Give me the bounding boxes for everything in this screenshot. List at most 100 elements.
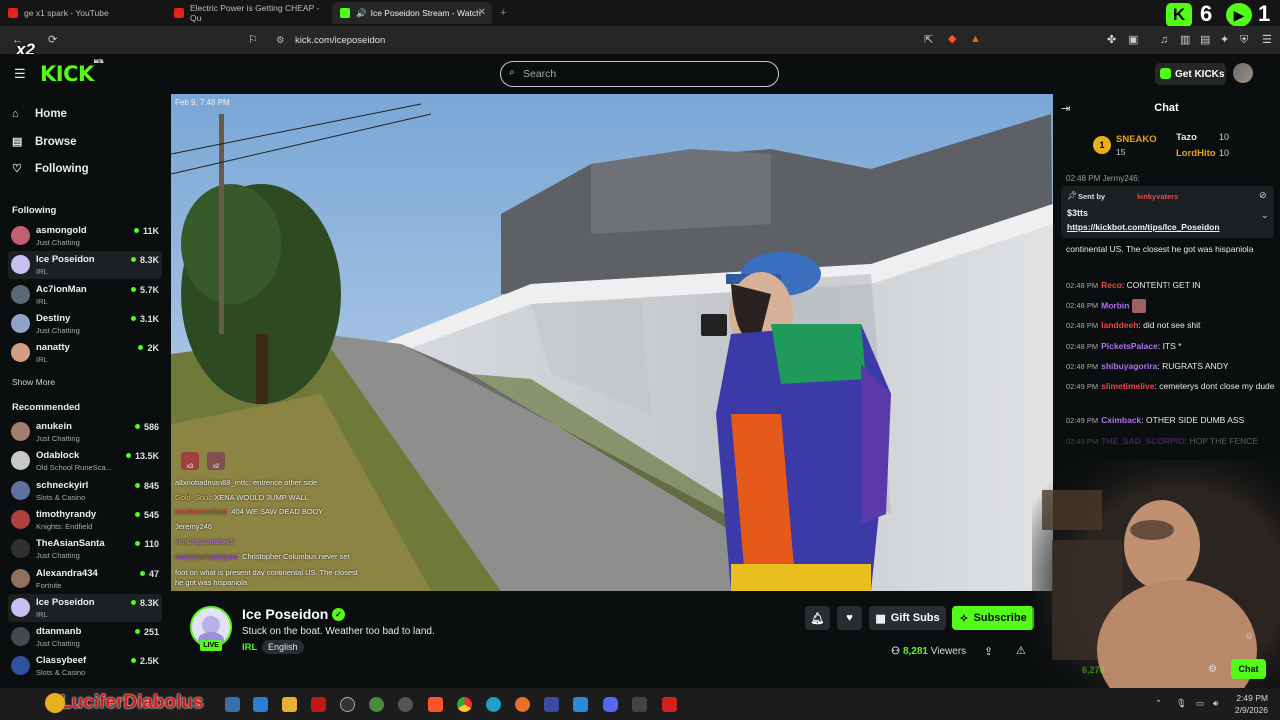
pinned-user[interactable]: kinkyvaters xyxy=(1137,192,1178,201)
get-kicks-button[interactable]: Get KICKs xyxy=(1155,63,1226,85)
channel-item[interactable]: schneckyirl Slots & Casino 845 xyxy=(8,477,162,505)
close-tab-icon[interactable]: ✕ xyxy=(478,7,486,18)
share-icon[interactable]: ⇪ xyxy=(984,645,993,658)
channel-avatar xyxy=(11,343,30,363)
tray-mic-icon[interactable]: 🎙︎ xyxy=(1176,698,1187,709)
user-avatar[interactable] xyxy=(1233,63,1253,83)
tray-chevron-icon[interactable]: ⌃ xyxy=(1155,698,1162,709)
notification-bell-button[interactable]: 🔔︎ xyxy=(805,606,830,630)
channel-item[interactable]: Classybeef Slots & Casino 2.5K xyxy=(8,652,162,680)
expand-pin-icon[interactable]: ⌄ xyxy=(1261,210,1269,221)
report-icon[interactable]: ⚠ xyxy=(1016,644,1026,657)
chat-user[interactable]: Morbin xyxy=(1101,300,1129,310)
channel-item[interactable]: anukein Just Chatting 586 xyxy=(8,418,162,446)
chat-user[interactable]: Cximback xyxy=(1101,415,1141,425)
streamer-name[interactable]: Ice Poseidon xyxy=(242,606,328,622)
channel-item[interactable]: Alexandra434 Fortnite 47 xyxy=(8,565,162,593)
taskbar-edge-icon[interactable] xyxy=(486,697,501,712)
emote-icon[interactable]: ☺ xyxy=(1244,631,1254,642)
channel-item[interactable]: asmongold Just Chatting 11K xyxy=(8,222,162,250)
taskbar-app-16[interactable] xyxy=(662,697,677,712)
nav-following[interactable]: ♡ Following xyxy=(12,162,89,176)
wallet-icon[interactable]: ▤ xyxy=(1200,33,1210,47)
nav-home[interactable]: ⌂ Home xyxy=(12,108,67,120)
subscribe-button[interactable]: ✧ Subscribe xyxy=(952,606,1034,630)
youtube-icon xyxy=(8,8,18,18)
chat-send-button[interactable]: Chat xyxy=(1231,659,1266,679)
taskbar-brave-icon[interactable] xyxy=(428,697,443,712)
browser-tab-youtube-2[interactable]: Electric Power is Getting CHEAP - Qu xyxy=(166,2,331,24)
media-icon[interactable]: ♫ xyxy=(1160,33,1168,47)
channel-item[interactable]: Destiny Just Chatting 3.1K xyxy=(8,310,162,338)
chat-user[interactable]: Reco xyxy=(1101,280,1122,290)
follow-heart-button[interactable]: ♥ xyxy=(837,606,862,630)
extensions-icon[interactable]: ✤ xyxy=(1107,33,1116,47)
show-more-link[interactable]: Show More xyxy=(12,377,55,387)
unpin-icon[interactable]: ⊘ xyxy=(1259,190,1267,201)
star-icon: ✧ xyxy=(959,612,969,625)
taskbar-app-5[interactable] xyxy=(340,697,355,712)
taskbar-app-6[interactable] xyxy=(369,697,384,712)
bookmark-icon[interactable]: ⚐ xyxy=(248,33,258,47)
channel-item[interactable]: dtanmanb Just Chatting 251 xyxy=(8,623,162,651)
channel-item[interactable]: Odablock Old School RuneSca... 13.5K xyxy=(8,447,162,475)
browser-tab-youtube-1[interactable]: ge x1 spark - YouTube xyxy=(0,2,165,24)
url-field[interactable]: ⚙ kick.com/iceposeidon xyxy=(268,29,988,51)
leo-icon[interactable]: ✦ xyxy=(1220,33,1229,47)
reload-icon[interactable]: ⟳ xyxy=(48,33,57,47)
tray-network-icon[interactable]: ▭ xyxy=(1196,698,1204,709)
channel-item[interactable]: timothyrandy Knights: Endfield 545 xyxy=(8,506,162,534)
overlay-counter-b: 1 xyxy=(1258,1,1271,26)
taskbar-vscode-icon[interactable] xyxy=(573,697,588,712)
video-player[interactable]: Feb 9, 7:48 PM x3 x2 albinobadman88_mtfc… xyxy=(171,94,1053,591)
channel-item[interactable]: nanatty IRL 2K xyxy=(8,339,162,367)
stream-category[interactable]: IRL xyxy=(242,642,257,653)
new-tab-icon[interactable]: + xyxy=(500,6,506,20)
stream-tag[interactable]: English xyxy=(262,640,304,654)
nav-browse[interactable]: ▤ Browse xyxy=(12,135,77,149)
taskbar-app-7[interactable] xyxy=(398,697,413,712)
pinned-link[interactable]: https://kickbot.com/tips/Ice_Poseidon xyxy=(1067,222,1220,232)
screenshot-icon[interactable]: ▣ xyxy=(1128,33,1138,47)
brave-rewards-icon[interactable]: ▲ xyxy=(970,32,981,46)
taskbar-app-12[interactable] xyxy=(544,697,559,712)
chat-user[interactable]: PicketsPalace xyxy=(1101,341,1158,351)
channel-item[interactable]: TheAsianSanta Just Chatting 110 xyxy=(8,535,162,563)
menu-icon[interactable]: ☰ xyxy=(1262,33,1272,47)
site-info-icon[interactable]: ⚙ xyxy=(276,35,285,46)
search-input[interactable]: ⌕ Search xyxy=(500,61,779,87)
url-text: kick.com/iceposeidon xyxy=(295,34,386,46)
clock-date[interactable]: 2/9/2026 xyxy=(1220,705,1268,715)
taskbar-app-2[interactable] xyxy=(253,697,268,712)
taskbar-app-15[interactable] xyxy=(632,697,647,712)
channel-item[interactable]: Ac7ionMan IRL 5.7K xyxy=(8,281,162,309)
vpn-icon[interactable]: ⛨ xyxy=(1240,33,1248,47)
chat-user[interactable]: shibuyagorira xyxy=(1101,361,1157,371)
channel-viewers: 586 xyxy=(135,422,159,432)
taskbar-chrome-icon[interactable] xyxy=(457,697,472,712)
chat-text: OTHER SIDE DUMB ASS xyxy=(1146,415,1245,425)
chat-user[interactable]: slimetimelive xyxy=(1101,381,1154,391)
channel-avatar xyxy=(11,284,30,304)
taskbar-firefox-icon[interactable] xyxy=(515,697,530,712)
clock-time[interactable]: 2:49 PM xyxy=(1226,693,1268,703)
hamburger-menu-icon[interactable]: ☰ xyxy=(14,66,26,82)
sidebar-toggle-icon[interactable]: ▥ xyxy=(1180,33,1190,47)
browser-tab-kick[interactable]: 🔊 Ice Poseidon Stream - Watch ✕ xyxy=(332,2,492,24)
channel-name: Destiny xyxy=(36,312,71,324)
kick-logo[interactable]: KICKBETA xyxy=(40,59,104,86)
taskbar-discord-icon[interactable] xyxy=(603,697,618,712)
chat-user[interactable]: THE_SAD_SCORPIO xyxy=(1101,436,1185,446)
taskbar-app-netflix[interactable] xyxy=(311,697,326,712)
taskbar-app-1[interactable] xyxy=(225,697,240,712)
gift-subs-button[interactable]: ▦ Gift Subs xyxy=(869,606,946,630)
channel-item[interactable]: Ice Poseidon IRL 8.3K xyxy=(8,251,162,280)
brave-shield-icon[interactable]: ◆ xyxy=(948,32,956,46)
chat-user[interactable]: landdeeh xyxy=(1101,320,1138,330)
share-icon[interactable]: ⇱ xyxy=(924,33,933,47)
taskbar-file-explorer-icon[interactable] xyxy=(282,697,297,712)
channel-item[interactable]: Ice Poseidon IRL 8.3K xyxy=(8,593,162,622)
tray-volume-icon[interactable]: 🔊︎ xyxy=(1213,698,1218,709)
overlay-emote-badge-2: x2 xyxy=(207,452,225,470)
chat-settings-icon[interactable]: ⚙ xyxy=(1208,664,1217,675)
